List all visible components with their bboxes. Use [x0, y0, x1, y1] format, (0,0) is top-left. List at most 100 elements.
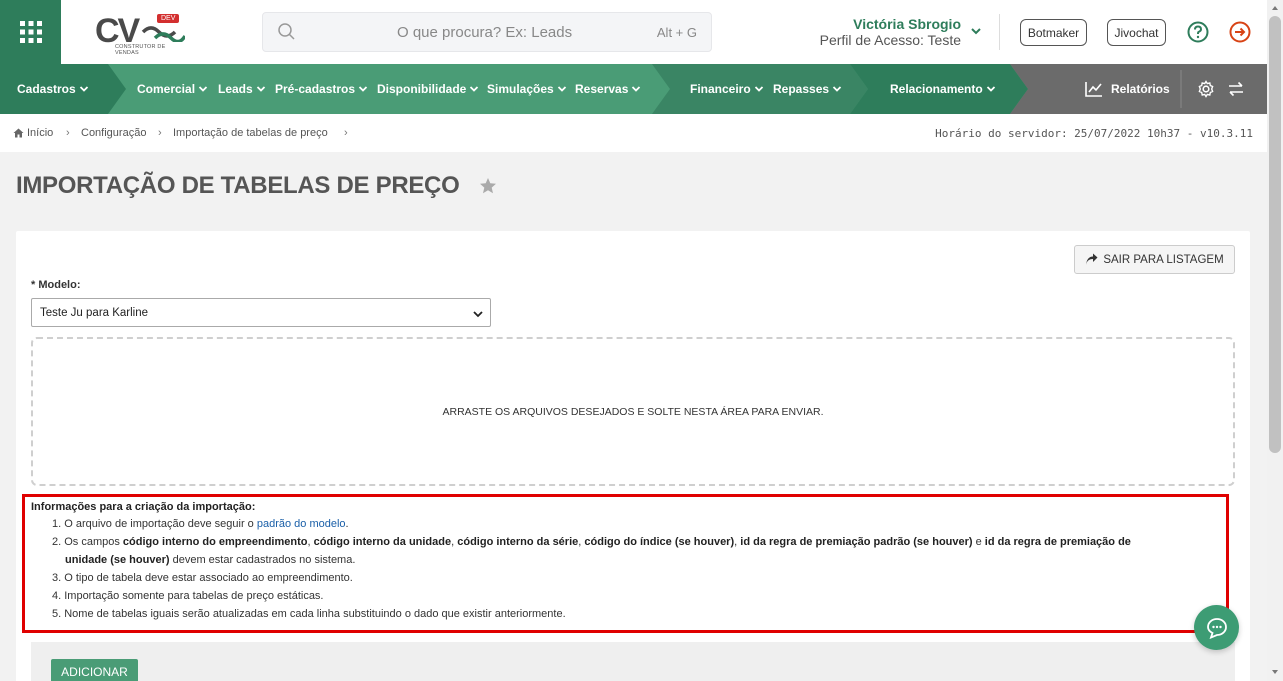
search-input[interactable]: O que procura? Ex: Leads Alt + G: [262, 12, 712, 52]
logout-icon[interactable]: [1229, 21, 1251, 43]
info-item-2: 2. Os campos código interno do empreendi…: [52, 536, 1131, 548]
model-select[interactable]: Teste Ju para Karline: [31, 298, 491, 327]
top-header: CV DEV CONSTRUTOR DE VENDAS O que procur…: [0, 0, 1267, 64]
chevron-down-icon: [79, 86, 88, 92]
logo[interactable]: CV DEV CONSTRUTOR DE VENDAS: [95, 12, 190, 56]
scrollbar-thumb[interactable]: [1269, 16, 1281, 453]
info-item-3: 3. O tipo de tabela deve estar associado…: [52, 572, 353, 584]
info-bold: código interno da série: [457, 536, 579, 548]
add-button[interactable]: ADICIONAR: [51, 659, 138, 681]
info-bold: código interno da unidade: [313, 536, 452, 548]
chevron-down-icon: [971, 28, 981, 35]
user-profile: Perfil de Acesso: Teste: [819, 32, 961, 48]
chart-line-icon: [1085, 82, 1102, 97]
nav-label: Comercial: [137, 82, 196, 96]
chevron-right-icon: ›: [158, 127, 162, 139]
nav-label: Disponibilidade: [377, 82, 467, 96]
nav-disponibilidade[interactable]: Disponibilidade: [377, 64, 479, 114]
nav-simulacoes[interactable]: Simulações: [487, 64, 567, 114]
info-item-4: 4. Importação somente para tabelas de pr…: [52, 590, 324, 602]
logo-dev-badge: DEV: [157, 14, 180, 23]
chevron-down-icon: [754, 86, 763, 92]
info-bold: código interno do empreendimento: [122, 536, 308, 548]
nav-label: Cadastros: [17, 82, 76, 96]
nav-label: Relatórios: [1111, 82, 1170, 96]
chevron-down-icon: [986, 86, 995, 92]
info-title: Informações para a criação da importação…: [31, 501, 256, 513]
info-text: .: [345, 518, 349, 530]
main-nav: Cadastros Comercial Leads Pré-cadastros …: [0, 64, 1267, 114]
chevron-down-icon: [198, 86, 208, 92]
scroll-up-icon[interactable]: [1269, 2, 1281, 14]
back-to-list-button[interactable]: SAIR PARA LISTAGEM: [1074, 245, 1235, 274]
star-icon[interactable]: [479, 177, 497, 195]
model-label: * Modelo:: [31, 279, 81, 291]
info-item-2-cont: unidade (se houver) devem estar cadastra…: [65, 554, 355, 566]
help-icon[interactable]: [1187, 21, 1209, 43]
info-text: 1. O arquivo de importação deve seguir o: [52, 518, 257, 530]
info-text: 2. Os campos: [52, 536, 123, 548]
info-text: e: [972, 536, 985, 548]
info-bold: unidade (se houver): [65, 554, 170, 566]
breadcrumb-configuracao[interactable]: Configuração: [81, 127, 146, 139]
nav-comercial[interactable]: Comercial: [137, 64, 208, 114]
nav-label: Repasses: [773, 82, 830, 96]
chevron-down-icon: [256, 86, 265, 92]
back-button-label: SAIR PARA LISTAGEM: [1103, 253, 1224, 266]
breadcrumb-home[interactable]: Início: [27, 127, 53, 139]
info-bold: código do índice (se houver): [584, 536, 735, 548]
chat-bubble-icon: [1206, 617, 1227, 639]
grid-icon: [19, 21, 42, 43]
nav-leads[interactable]: Leads: [218, 64, 266, 114]
nav-label: Simulações: [487, 82, 554, 96]
chevron-down-icon: [358, 86, 368, 92]
nav-label: Relacionamento: [890, 82, 983, 96]
chat-button[interactable]: [1194, 605, 1239, 650]
breadcrumb-importacao[interactable]: Importação de tabelas de preço: [173, 127, 328, 139]
chevron-down-icon: [473, 311, 483, 318]
nav-reservas[interactable]: Reservas: [575, 64, 641, 114]
info-bold: id da regra de premiação padrão (se houv…: [740, 536, 973, 548]
share-arrow-icon: [1086, 253, 1098, 265]
dropzone-text: ARRASTE OS ARQUIVOS DESEJADOS E SOLTE NE…: [442, 405, 824, 418]
server-time: Horário do servidor: 25/07/2022 10h37 - …: [935, 127, 1253, 140]
nav-cadastros[interactable]: Cadastros: [17, 64, 89, 114]
logo-subtitle: CONSTRUTOR DE VENDAS: [115, 44, 166, 56]
file-dropzone[interactable]: ARRASTE OS ARQUIVOS DESEJADOS E SOLTE NE…: [31, 337, 1235, 486]
nav-repasses[interactable]: Repasses: [773, 64, 842, 114]
chevron-down-icon: [557, 86, 566, 92]
nav-label: Reservas: [575, 82, 629, 96]
scroll-down-icon[interactable]: [1269, 666, 1281, 678]
nav-relacionamento[interactable]: Relacionamento: [890, 64, 996, 114]
apps-menu-button[interactable]: [0, 0, 61, 64]
breadcrumb: Início › Configuração › Importação de ta…: [0, 114, 1267, 152]
nav-label: Pré-cadastros: [275, 82, 356, 96]
header-divider: [999, 14, 1000, 50]
botmaker-button[interactable]: Botmaker: [1020, 19, 1087, 46]
search-shortcut: Alt + G: [656, 25, 697, 40]
nav-label: Leads: [218, 82, 253, 96]
page-title: IMPORTAÇÃO DE TABELAS DE PREÇO: [16, 172, 460, 199]
chevron-down-icon: [470, 86, 479, 92]
add-section: [31, 642, 1235, 681]
swap-icon[interactable]: [1228, 81, 1244, 97]
chevron-down-icon: [632, 86, 641, 92]
model-pattern-link[interactable]: padrão do modelo: [257, 518, 346, 530]
info-item-5: 5. Nome de tabelas iguais serão atualiza…: [52, 608, 566, 620]
model-select-value: Teste Ju para Karline: [40, 306, 149, 319]
user-name: Victória Sbrogio: [853, 16, 961, 32]
info-bold: id da regra de premiação de: [984, 536, 1131, 548]
nav-label: Financeiro: [690, 82, 751, 96]
info-text: devem estar cadastrados no sistema.: [169, 554, 356, 566]
nav-relatorios[interactable]: Relatórios: [1085, 64, 1170, 114]
chevron-right-icon: ›: [66, 127, 70, 139]
home-icon[interactable]: [13, 128, 24, 138]
jivochat-button[interactable]: Jivochat: [1107, 19, 1166, 46]
nav-pre-cadastros[interactable]: Pré-cadastros: [275, 64, 368, 114]
gear-icon[interactable]: [1197, 80, 1215, 98]
nav-financeiro[interactable]: Financeiro: [690, 64, 764, 114]
chevron-right-icon: ›: [344, 127, 348, 139]
chevron-down-icon: [832, 86, 842, 92]
logo-wave-icon: [141, 26, 185, 42]
search-icon: [278, 23, 295, 40]
